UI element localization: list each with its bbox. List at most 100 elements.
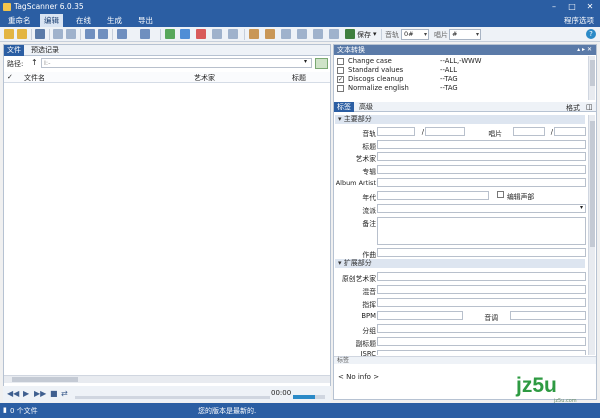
- album-artist-field[interactable]: [377, 178, 586, 187]
- key-field[interactable]: [510, 311, 586, 320]
- label-disc: 唱片: [488, 130, 502, 138]
- doc2-icon[interactable]: [329, 29, 339, 39]
- menu-generate[interactable]: 生成: [103, 14, 126, 27]
- conductor-field[interactable]: [377, 298, 586, 307]
- label-title: 标题: [362, 143, 376, 151]
- disc-field[interactable]: [513, 127, 545, 136]
- cover-icon[interactable]: [212, 29, 222, 39]
- view-icon[interactable]: [117, 29, 127, 39]
- save-label[interactable]: 保存: [357, 30, 371, 40]
- col-filename[interactable]: 文件名: [24, 73, 45, 83]
- folder-add-icon[interactable]: [17, 29, 27, 39]
- prev-icon[interactable]: ◀◀: [7, 389, 19, 398]
- col-title[interactable]: 标题: [292, 73, 306, 83]
- label-artist: 艺术家: [355, 155, 376, 163]
- grid-icon[interactable]: [66, 29, 76, 39]
- compilation-checkbox[interactable]: [497, 191, 504, 198]
- browse-icon[interactable]: [315, 58, 328, 69]
- sort-icon[interactable]: [140, 29, 150, 39]
- convert-checkbox-2[interactable]: ✓: [337, 76, 344, 83]
- doc-icon[interactable]: [313, 29, 323, 39]
- layout-icon[interactable]: ◫: [586, 103, 593, 111]
- clear-icon[interactable]: [297, 29, 307, 39]
- maximize-button[interactable]: □: [563, 1, 581, 12]
- main-section-header[interactable]: ▾ 主要部分: [335, 115, 585, 124]
- tag-footer: 标签: [334, 356, 596, 364]
- title-field[interactable]: [377, 140, 586, 149]
- convert-row[interactable]: Normalize english --TAG: [336, 84, 586, 93]
- remove-tag-icon[interactable]: [196, 29, 206, 39]
- track-total-field[interactable]: [425, 127, 465, 136]
- file-count-icon: ▮: [3, 406, 7, 414]
- refresh-icon[interactable]: [98, 29, 108, 39]
- col-artist[interactable]: 艺术家: [194, 73, 215, 83]
- help-icon[interactable]: ?: [586, 29, 596, 39]
- format-label[interactable]: 格式: [566, 103, 580, 113]
- play-icon[interactable]: ▶: [23, 389, 29, 398]
- label-album: 专辑: [362, 168, 376, 176]
- filter-icon[interactable]: [165, 29, 175, 39]
- list-icon[interactable]: [228, 29, 238, 39]
- artist-field[interactable]: [377, 152, 586, 161]
- stop-icon[interactable]: ■: [50, 389, 58, 398]
- track-combo[interactable]: 0# ▾: [401, 29, 429, 40]
- ext-section-header[interactable]: ▾ 扩展部分: [335, 259, 585, 268]
- close-button[interactable]: ✕: [581, 1, 599, 12]
- move-icon[interactable]: [85, 29, 95, 39]
- disc-combo[interactable]: # ▾: [449, 29, 481, 40]
- menu-online[interactable]: 在线: [72, 14, 95, 27]
- undo-icon[interactable]: [35, 29, 45, 39]
- paste-icon[interactable]: [265, 29, 275, 39]
- menu-options[interactable]: 程序选项: [560, 14, 598, 27]
- convert-row[interactable]: Change case --ALL,-WWW: [336, 57, 586, 66]
- repeat-icon[interactable]: ⇄: [61, 389, 68, 398]
- next-icon[interactable]: ▶▶: [34, 389, 46, 398]
- volume-slider[interactable]: [293, 395, 325, 399]
- file-count: 0 个文件: [10, 407, 38, 415]
- folder-icon[interactable]: [4, 29, 14, 39]
- field-icon[interactable]: [281, 29, 291, 39]
- remix-field[interactable]: [377, 285, 586, 294]
- menu-export[interactable]: 导出: [134, 14, 157, 27]
- select-all-icon[interactable]: [53, 29, 63, 39]
- grouping-field[interactable]: [377, 324, 586, 333]
- label-subtitle: 副标题: [355, 340, 376, 348]
- label-grouping: 分组: [362, 327, 376, 335]
- orig-artist-field[interactable]: [377, 272, 586, 281]
- tab-advanced[interactable]: 高级: [356, 102, 376, 112]
- save-icon[interactable]: [345, 29, 355, 39]
- isrc-field[interactable]: [377, 350, 586, 355]
- seek-slider[interactable]: [75, 396, 270, 399]
- path-input[interactable]: I:-: [41, 58, 312, 68]
- h-scrollbar[interactable]: [4, 375, 330, 383]
- comment-field[interactable]: [377, 217, 586, 245]
- genre-select[interactable]: ▾: [377, 204, 586, 213]
- track-field[interactable]: [377, 127, 415, 136]
- convert-checkbox-3[interactable]: [337, 85, 344, 92]
- album-field[interactable]: [377, 165, 586, 174]
- label-track: 音轨: [362, 130, 376, 138]
- tag-scrollbar[interactable]: [588, 115, 595, 355]
- convert-scrollbar[interactable]: [588, 56, 595, 100]
- copy-icon[interactable]: [249, 29, 259, 39]
- menu-rename[interactable]: 重命名: [4, 14, 35, 27]
- subtitle-field[interactable]: [377, 337, 586, 346]
- convert-checkbox-0[interactable]: [337, 58, 344, 65]
- convert-checkbox-1[interactable]: [337, 67, 344, 74]
- convert-row[interactable]: Standard values --ALL: [336, 66, 586, 75]
- tab-files[interactable]: 文件: [4, 45, 24, 56]
- disc-total-field[interactable]: [554, 127, 586, 136]
- menu-edit[interactable]: 编辑: [40, 14, 63, 27]
- bpm-field[interactable]: [377, 311, 463, 320]
- checkbox-col-icon[interactable]: ✓: [7, 73, 13, 81]
- minimize-button[interactable]: –: [545, 1, 563, 12]
- tab-tag[interactable]: 标签: [334, 102, 354, 112]
- up-icon[interactable]: ↑: [31, 58, 38, 67]
- year-field[interactable]: [377, 191, 489, 200]
- tag-icon[interactable]: [180, 29, 190, 39]
- composer-field[interactable]: [377, 248, 586, 257]
- convert-row[interactable]: ✓ Discogs cleanup --TAG: [336, 75, 586, 84]
- tab-playlist[interactable]: 预选记录: [28, 45, 62, 56]
- label-key: 音调: [484, 314, 498, 322]
- convert-panel-header: 文本转换 ▴ ▸ ✕: [334, 45, 596, 55]
